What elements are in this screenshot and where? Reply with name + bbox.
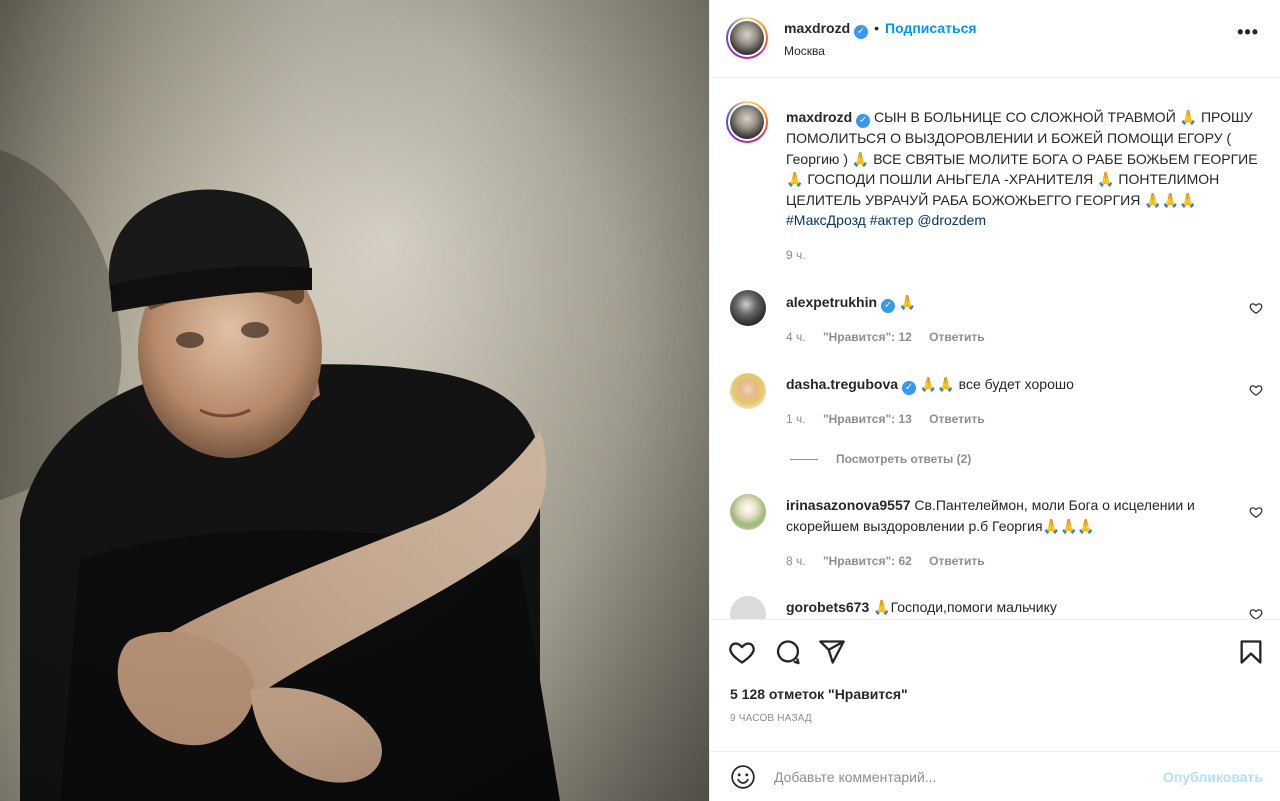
share-icon[interactable] bbox=[818, 638, 846, 666]
comment-icon[interactable] bbox=[774, 638, 802, 666]
replies-divider bbox=[790, 458, 818, 460]
author-avatar[interactable] bbox=[726, 17, 768, 59]
post-side-panel: maxdrozd ✓ • Подписаться Москва ••• maxdroz… bbox=[709, 0, 1280, 801]
post-header: maxdrozd ✓ • Подписаться Москва ••• bbox=[710, 0, 1280, 78]
separator-dot: • bbox=[874, 20, 880, 36]
comment-avatar[interactable] bbox=[730, 373, 766, 409]
bookmark-icon[interactable] bbox=[1237, 638, 1265, 666]
caption-avatar[interactable] bbox=[726, 101, 768, 143]
view-replies-label: Посмотреть ответы (2) bbox=[836, 452, 972, 466]
follow-button[interactable]: Подписаться bbox=[885, 20, 977, 36]
add-comment-bar: Опубликовать bbox=[710, 751, 1280, 801]
comment-content: 🙏Господи,помоги мальчику bbox=[873, 599, 1057, 615]
comment-likes[interactable]: "Нравится": 62 bbox=[823, 554, 912, 568]
post-time[interactable]: 9 ЧАСОВ НАЗАД bbox=[730, 713, 812, 724]
reply-button[interactable]: Ответить bbox=[929, 554, 984, 568]
mention-link[interactable]: @drozdem bbox=[917, 212, 986, 228]
comment-meta: 8 ч. "Нравится": 62 Ответить bbox=[786, 554, 999, 568]
comment-content: 🙏 bbox=[898, 294, 917, 310]
comment-username[interactable]: gorobets673 bbox=[786, 599, 869, 615]
more-icon[interactable]: ••• bbox=[1237, 23, 1259, 41]
post-actions: 5 128 отметок "Нравится" 9 ЧАСОВ НАЗАД bbox=[710, 619, 1280, 749]
emoji-icon[interactable] bbox=[730, 764, 756, 790]
comment-avatar[interactable] bbox=[730, 596, 766, 619]
verified-icon: ✓ bbox=[881, 299, 896, 313]
comment-text: irinasazonova9557 Св.Пантелеймон, моли Б… bbox=[786, 495, 1226, 536]
hashtag-link[interactable]: #актер bbox=[870, 212, 914, 228]
comment-input[interactable] bbox=[774, 766, 1134, 788]
verified-icon: ✓ bbox=[856, 114, 871, 128]
comment-username[interactable]: irinasazonova9557 bbox=[786, 497, 911, 513]
comment-heart-icon[interactable] bbox=[1249, 383, 1263, 397]
comment-username[interactable]: dasha.tregubova bbox=[786, 376, 898, 392]
comment-meta: 1 ч. "Нравится": 13 Ответить bbox=[786, 412, 999, 426]
post-location[interactable]: Москва bbox=[784, 44, 825, 58]
publish-button[interactable]: Опубликовать bbox=[1163, 769, 1263, 785]
caption-username[interactable]: maxdrozd bbox=[786, 109, 852, 125]
view-replies-button[interactable]: Посмотреть ответы (2) bbox=[790, 452, 971, 466]
reply-button[interactable]: Ответить bbox=[929, 330, 984, 344]
verified-icon: ✓ bbox=[902, 381, 917, 395]
comment-content: 🙏🙏 все будет хорошо bbox=[919, 376, 1074, 392]
comment-time[interactable]: 4 ч. bbox=[786, 330, 806, 344]
comment-heart-icon[interactable] bbox=[1249, 607, 1263, 619]
comment-time[interactable]: 8 ч. bbox=[786, 554, 806, 568]
verified-icon: ✓ bbox=[854, 25, 869, 39]
comment-text: dasha.tregubova ✓ 🙏🙏 все будет хорошо bbox=[786, 374, 1226, 395]
likes-count[interactable]: 5 128 отметок "Нравится" bbox=[730, 686, 908, 702]
comment-username[interactable]: alexpetrukhin bbox=[786, 294, 877, 310]
comment-avatar[interactable] bbox=[730, 290, 766, 326]
comment-text: gorobets673 🙏Господи,помоги мальчику bbox=[786, 597, 1226, 618]
comment-text: alexpetrukhin ✓ 🙏 bbox=[786, 292, 1226, 313]
comment-meta: 4 ч. "Нравится": 12 Ответить bbox=[786, 330, 999, 344]
comment-heart-icon[interactable] bbox=[1249, 301, 1263, 315]
heart-icon[interactable] bbox=[728, 638, 756, 666]
comment-likes[interactable]: "Нравится": 12 bbox=[823, 330, 912, 344]
comment-time[interactable]: 1 ч. bbox=[786, 412, 806, 426]
reply-button[interactable]: Ответить bbox=[929, 412, 984, 426]
comment-avatar[interactable] bbox=[730, 494, 766, 530]
comment-heart-icon[interactable] bbox=[1249, 505, 1263, 519]
caption-time[interactable]: 9 ч. bbox=[786, 248, 806, 262]
hashtag-link[interactable]: #МаксДрозд bbox=[786, 212, 866, 228]
author-username[interactable]: maxdrozd bbox=[784, 20, 850, 36]
post-photo[interactable] bbox=[0, 0, 709, 801]
caption: maxdrozd ✓ СЫН В БОЛЬНИЦЕ СО СЛОЖНОЙ ТРАВ… bbox=[786, 107, 1266, 231]
comment-likes[interactable]: "Нравится": 13 bbox=[823, 412, 912, 426]
comments-list[interactable]: maxdrozd ✓ СЫН В БОЛЬНИЦЕ СО СЛОЖНОЙ ТРАВ… bbox=[710, 79, 1280, 619]
